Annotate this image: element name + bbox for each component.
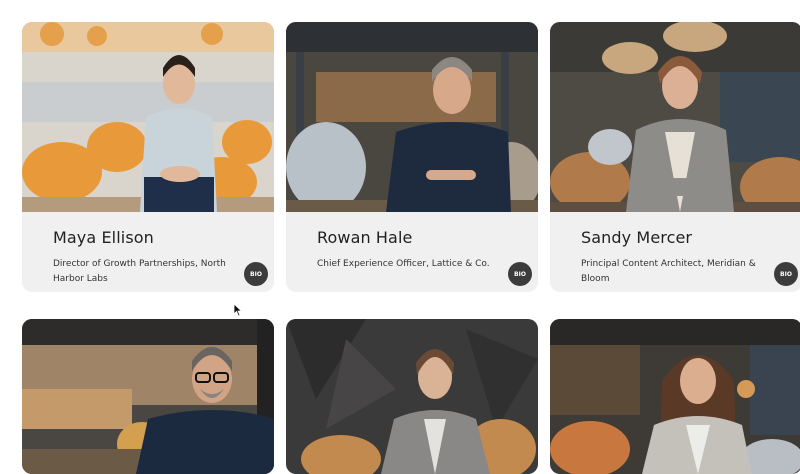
member-title: Director of Growth Partnerships, North H…	[53, 259, 226, 284]
member-name: Rowan Hale	[317, 228, 413, 247]
member-name: Sandy Mercer	[581, 228, 693, 247]
team-card[interactable]	[22, 319, 274, 474]
team-card[interactable]: Rowan Hale Chief Experience Officer, Lat…	[286, 22, 538, 292]
member-name: Maya Ellison	[53, 228, 154, 247]
team-card[interactable]: Maya Ellison Director of Growth Partners…	[22, 22, 274, 292]
team-card[interactable]: Sandy Mercer Principal Content Architect…	[550, 22, 800, 292]
portrait-photo	[286, 22, 538, 212]
team-card[interactable]	[550, 319, 800, 474]
member-title: Principal Content Architect, Meridian & …	[581, 259, 756, 284]
portrait-photo	[550, 319, 800, 474]
portrait-photo	[286, 319, 538, 474]
bio-button[interactable]: BIO	[774, 262, 798, 286]
bio-button[interactable]: BIO	[244, 262, 268, 286]
portrait-photo	[550, 22, 800, 212]
member-title: Chief Experience Officer, Lattice & Co.	[317, 259, 490, 269]
team-card[interactable]	[286, 319, 538, 474]
mouse-cursor-icon	[233, 302, 243, 321]
bio-button[interactable]: BIO	[508, 262, 532, 286]
portrait-photo	[22, 319, 274, 474]
portrait-photo	[22, 22, 274, 212]
